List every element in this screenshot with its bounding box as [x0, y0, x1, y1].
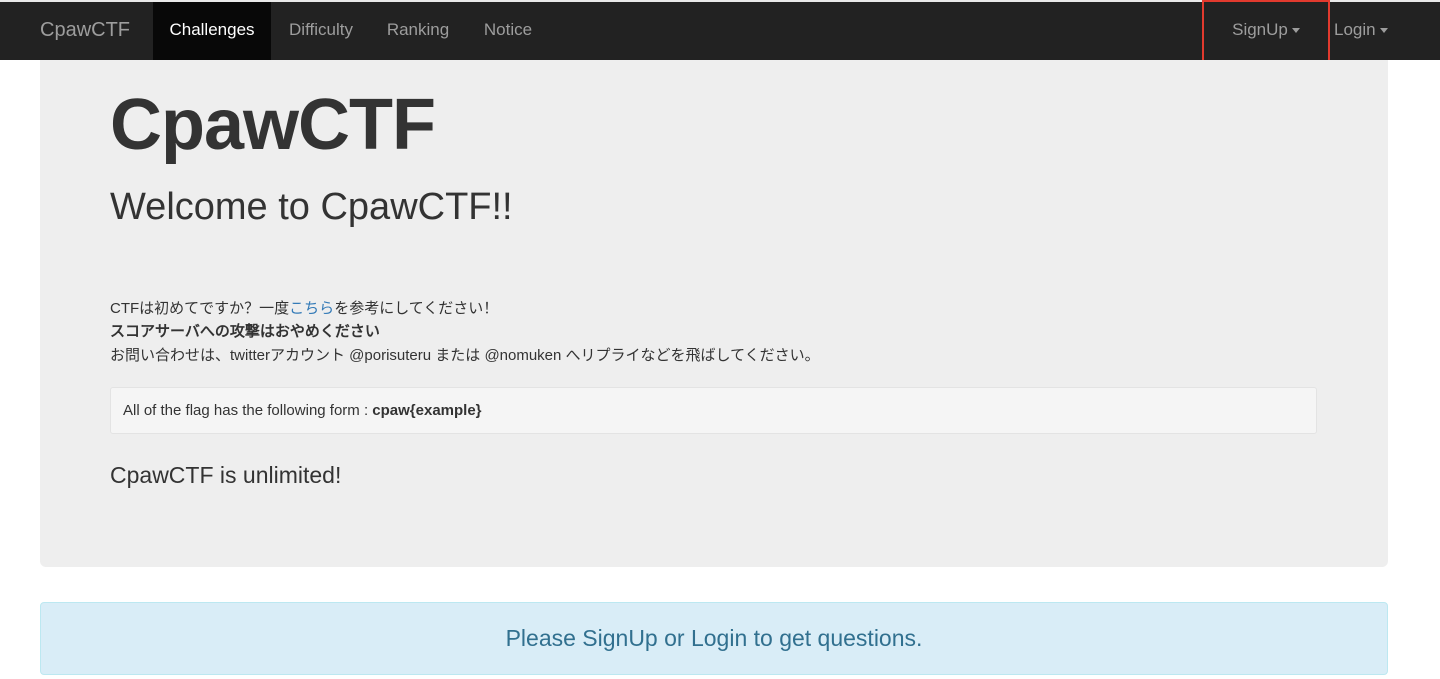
site-title: CpawCTF: [110, 85, 436, 165]
no-attack-warning: スコアサーバへの攻撃はおやめください: [110, 323, 380, 340]
unlimited-note: CpawCTF is unlimited!: [110, 462, 342, 488]
login-dropdown-button[interactable]: Login: [1334, 2, 1404, 60]
login-caret-down-icon: [1379, 28, 1388, 34]
top-navbar: CpawCTF Challenges Difficulty Ranking No…: [0, 0, 1440, 63]
first-time-text-before: CTFは初めてですか？一度: [110, 300, 290, 317]
flag-format-well: All of the flag has the following form :…: [110, 387, 1317, 434]
flag-format-example: cpaw{example}: [372, 402, 482, 419]
flag-format-label: All of the flag has the following form :: [123, 402, 373, 419]
welcome-jumbotron: CpawCTF Welcome to CpawCTF!! CTFは初めてですか？…: [40, 60, 1388, 567]
signup-dropdown-button[interactable]: SignUp: [1204, 2, 1328, 60]
nav-tab-challenges[interactable]: Challenges: [153, 2, 271, 60]
nav-tab-difficulty[interactable]: Difficulty: [276, 2, 366, 60]
signup-label: SignUp: [1232, 20, 1288, 39]
nav-tab-ranking[interactable]: Ranking: [376, 2, 460, 60]
welcome-heading: Welcome to CpawCTF!!: [110, 186, 513, 228]
brand-logo-link[interactable]: CpawCTF: [40, 2, 130, 60]
login-label: Login: [1334, 20, 1376, 39]
contact-info-text: お問い合わせは、twitterアカウント @porisuteru または @no…: [110, 347, 820, 364]
guide-link[interactable]: こちら: [289, 300, 334, 317]
first-time-text-after: を参考にしてください！: [334, 300, 499, 317]
login-required-alert: Please SignUp or Login to get questions.: [40, 602, 1388, 675]
signup-caret-down-icon: [1291, 28, 1300, 34]
nav-tab-notice[interactable]: Notice: [470, 2, 546, 60]
first-time-guide-text: CTFは初めてですか？一度こちらを参考にしてください！: [110, 298, 498, 320]
